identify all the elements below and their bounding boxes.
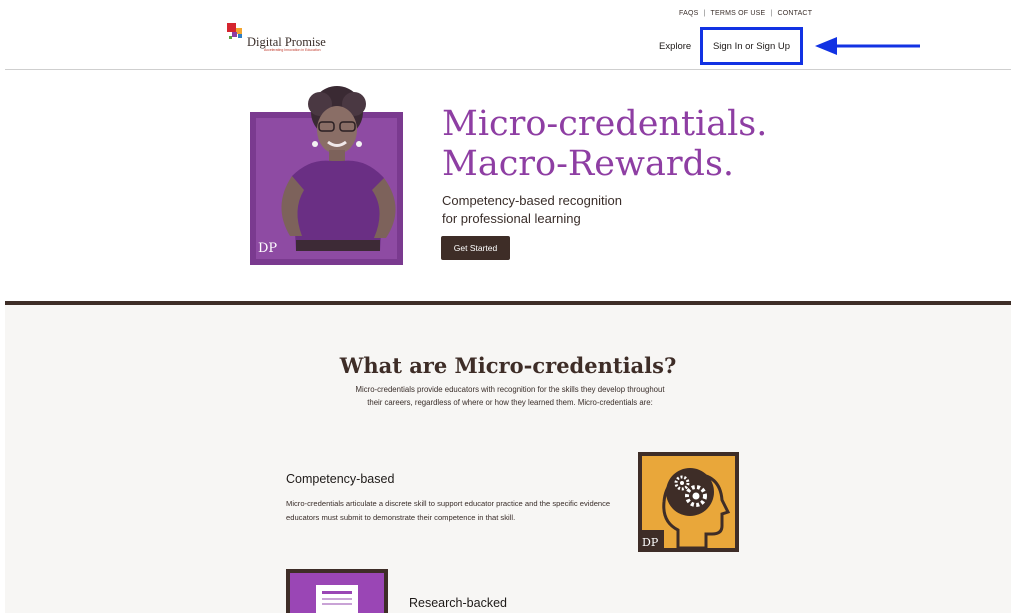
logo-tagline: Accelerating Innovation in Education (264, 48, 321, 52)
hero-title-line2: Macro-Rewards. (442, 144, 735, 184)
hero-educator-image: DP (250, 86, 403, 265)
gear-head-icon: DP (638, 452, 739, 552)
feature-title-research: Research-backed (409, 596, 507, 610)
section-title: What are Micro-credentials? (339, 353, 677, 378)
digital-promise-logo[interactable]: Digital Promise Accelerating Innovation … (226, 22, 356, 56)
hero-title: Micro-credentials. Macro-Rewards. (442, 104, 767, 184)
feature-title-competency: Competency-based (286, 472, 395, 486)
document-icon (286, 569, 388, 613)
utility-nav: FAQS | TERMS OF USE | CONTACT (679, 10, 812, 17)
contact-link[interactable]: CONTACT (777, 10, 812, 17)
header-divider (5, 69, 1011, 70)
feature-text-competency: Micro-credentials articulate a discrete … (286, 499, 611, 522)
hero-subtitle-line2: for professional learning (442, 211, 581, 226)
signin-link[interactable]: Sign In or Sign Up (713, 41, 790, 52)
section-description: Micro-credentials provide educators with… (355, 385, 665, 407)
faqs-link[interactable]: FAQS (679, 10, 698, 17)
page: Digital Promise Accelerating Innovation … (0, 0, 1011, 613)
nav-separator: | (770, 10, 773, 17)
hero-subtitle-line1: Competency-based recognition (442, 193, 622, 208)
terms-of-use-link[interactable]: TERMS OF USE (711, 10, 766, 17)
hero-dp-badge: DP (258, 241, 277, 256)
pointer-arrow-icon (815, 37, 920, 55)
nav-separator: | (703, 10, 706, 17)
site-header: Digital Promise Accelerating Innovation … (0, 0, 1011, 70)
feature-dp-badge: DP (642, 536, 659, 549)
hero-title-line1: Micro-credentials. (442, 104, 768, 144)
hero-subtitle: Competency-based recognition for profess… (442, 192, 622, 228)
what-are-section: What are Micro-credentials? Micro-creden… (5, 305, 1011, 613)
get-started-button[interactable]: Get Started (441, 236, 510, 260)
signin-highlight-box: Sign In or Sign Up (700, 27, 803, 65)
explore-link[interactable]: Explore (659, 41, 691, 52)
